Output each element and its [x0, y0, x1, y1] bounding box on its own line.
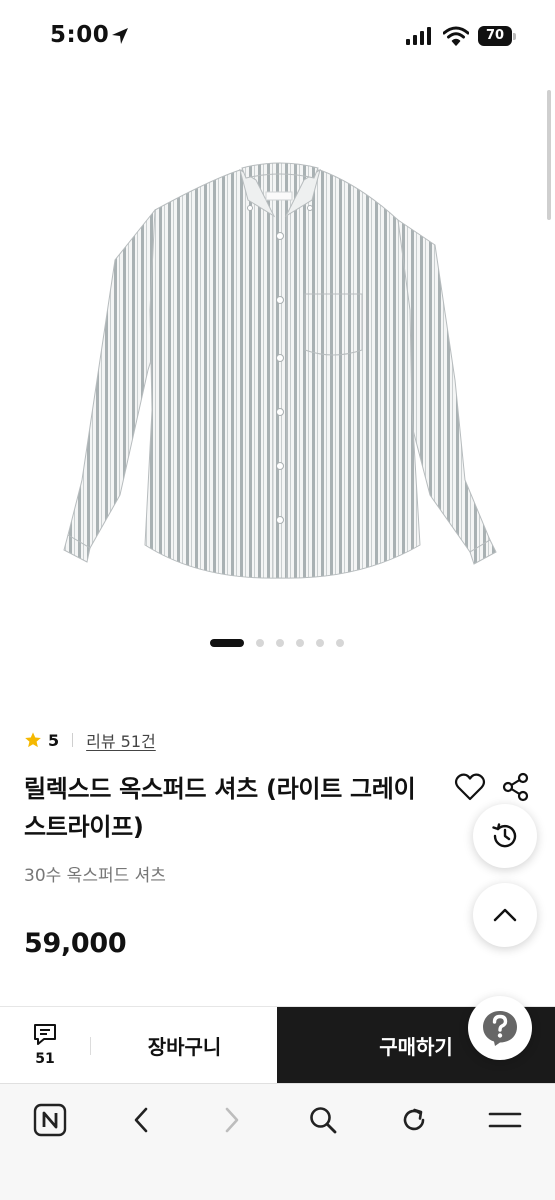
rating-row: 5 리뷰 51건: [24, 728, 156, 752]
add-to-cart-button[interactable]: 장바구니: [92, 1007, 277, 1084]
question-icon: [483, 1011, 517, 1046]
carousel-dot[interactable]: [276, 639, 284, 647]
product-image[interactable]: [60, 150, 500, 600]
status-time: 5:00: [50, 22, 110, 48]
battery-icon: 70: [478, 26, 516, 46]
divider: [90, 1037, 91, 1055]
naver-home-icon: [33, 1103, 67, 1137]
star-icon: [25, 732, 41, 748]
chevron-up-icon: [493, 908, 517, 922]
carousel-indicator: [210, 639, 344, 647]
review-count-link[interactable]: 리뷰 51건: [86, 728, 156, 752]
recent-history-button[interactable]: [473, 804, 537, 868]
browser-toolbar: [0, 1083, 555, 1200]
scroll-indicator: [547, 90, 551, 220]
product-subtitle: 30수 옥스퍼드 셔츠: [24, 866, 166, 886]
search-icon: [310, 1107, 337, 1134]
carousel-dot[interactable]: [336, 639, 344, 647]
cellular-signal-icon: [406, 27, 431, 45]
forward-icon: [225, 1107, 239, 1133]
menu-button[interactable]: [485, 1100, 525, 1140]
forward-button[interactable]: [212, 1100, 252, 1140]
help-button[interactable]: [468, 996, 532, 1060]
product-title: 릴렉스드 옥스퍼드 셔츠 (라이트 그레이 스트라이프): [24, 775, 416, 841]
carousel-dot[interactable]: [296, 639, 304, 647]
carousel-dot[interactable]: [256, 639, 264, 647]
reload-icon: [403, 1108, 425, 1131]
rating-value: 5: [48, 730, 60, 750]
divider: [72, 733, 74, 747]
scroll-to-top-button[interactable]: [473, 883, 537, 947]
wifi-icon: [443, 26, 469, 46]
chat-icon: [34, 1024, 56, 1045]
share-icon[interactable]: [502, 772, 530, 802]
back-button[interactable]: [121, 1100, 161, 1140]
reload-button[interactable]: [394, 1100, 434, 1140]
back-icon: [134, 1107, 148, 1133]
history-icon: [492, 823, 517, 848]
location-arrow-icon: [112, 28, 128, 44]
product-price: 59,000: [24, 928, 127, 959]
review-count: 51: [35, 1051, 55, 1067]
carousel-dot[interactable]: [316, 639, 324, 647]
battery-level: 70: [478, 26, 512, 46]
review-button[interactable]: 51: [0, 1007, 90, 1084]
status-bar: 5:00 70: [0, 0, 555, 75]
menu-icon: [488, 1112, 522, 1128]
search-button[interactable]: [303, 1100, 343, 1140]
heart-icon[interactable]: [454, 772, 486, 802]
naver-home-button[interactable]: [30, 1100, 70, 1140]
carousel-dot[interactable]: [210, 639, 244, 647]
